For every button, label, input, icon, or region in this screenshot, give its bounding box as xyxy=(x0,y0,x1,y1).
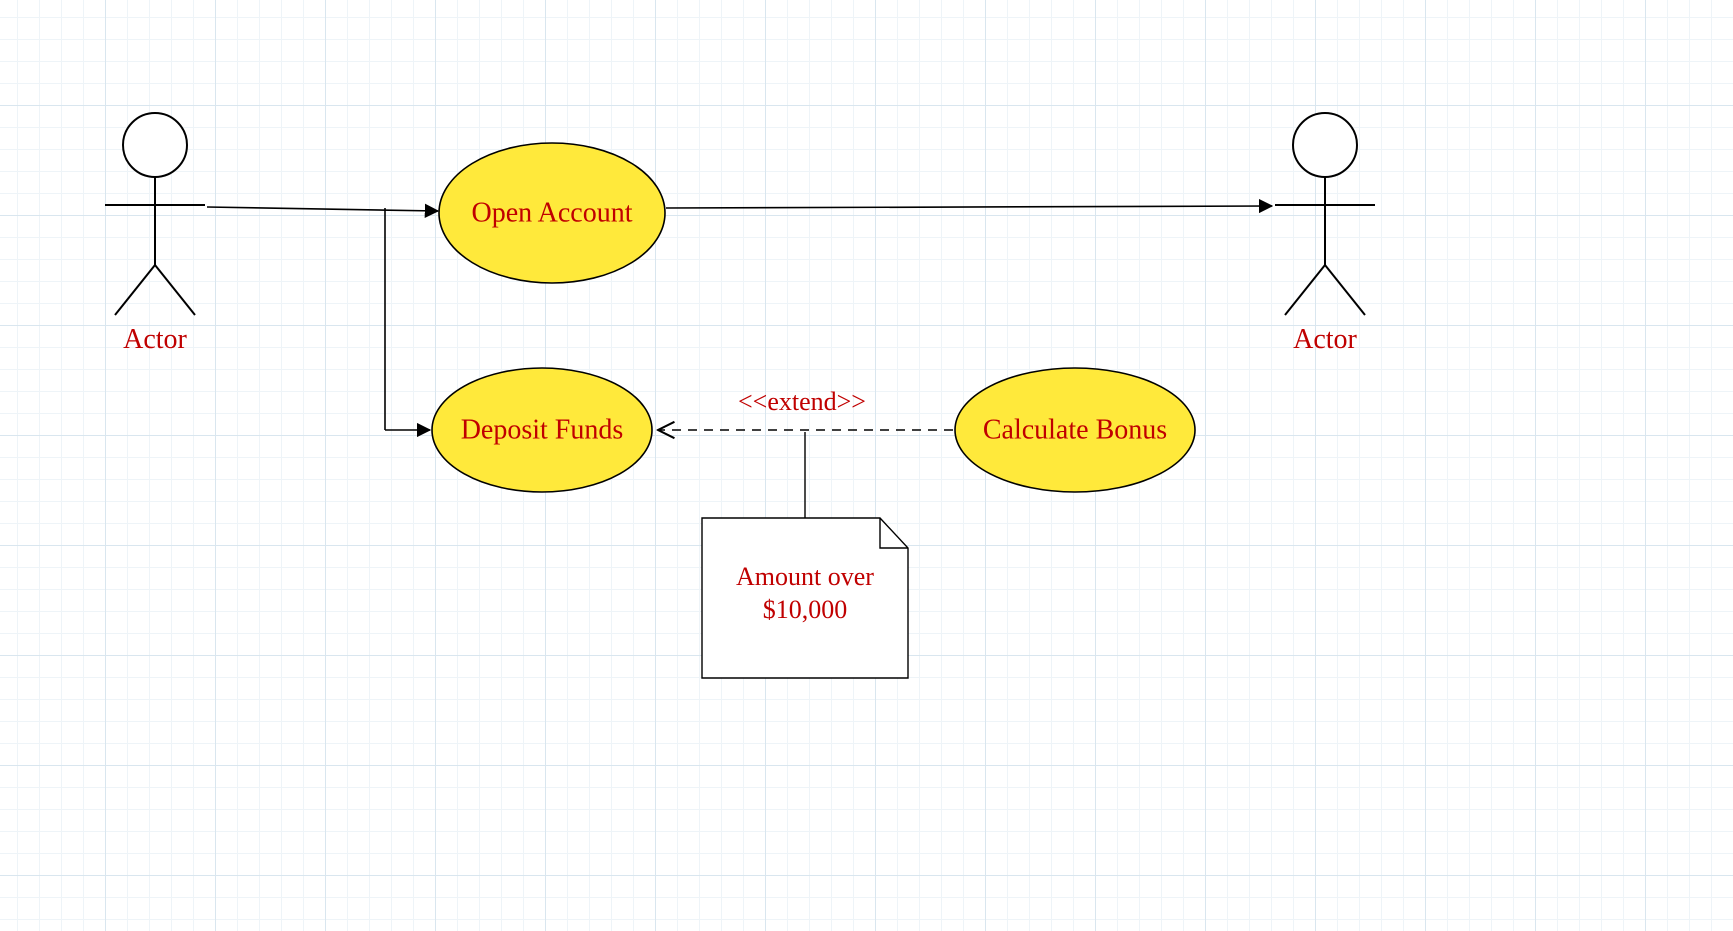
usecase-deposit-funds-label: Deposit Funds xyxy=(461,414,624,445)
usecase-open-account[interactable]: Open Account xyxy=(439,143,665,283)
usecase-open-account-label: Open Account xyxy=(472,197,633,228)
actor-left[interactable]: Actor xyxy=(105,113,205,355)
association-openaccount-actorright[interactable] xyxy=(666,206,1272,208)
note-amount-over[interactable]: Amount over $10,000 xyxy=(702,518,908,678)
usecase-deposit-funds[interactable]: Deposit Funds xyxy=(432,368,652,492)
actor-right-label: Actor xyxy=(1293,324,1357,355)
diagram-canvas: Actor Actor Open Account Deposit Funds C… xyxy=(0,0,1733,931)
extend-stereotype-label: <<extend>> xyxy=(738,387,866,416)
association-actorleft-openaccount[interactable] xyxy=(207,207,438,211)
association-actorleft-depositfunds[interactable] xyxy=(385,208,430,430)
actor-right[interactable]: Actor xyxy=(1275,113,1375,355)
note-line2: $10,000 xyxy=(763,595,848,624)
usecase-calculate-bonus[interactable]: Calculate Bonus xyxy=(955,368,1195,492)
use-case-diagram: Actor Actor Open Account Deposit Funds C… xyxy=(0,0,1733,931)
note-line1: Amount over xyxy=(736,562,874,591)
usecase-calculate-bonus-label: Calculate Bonus xyxy=(983,414,1167,445)
actor-left-label: Actor xyxy=(123,324,187,355)
